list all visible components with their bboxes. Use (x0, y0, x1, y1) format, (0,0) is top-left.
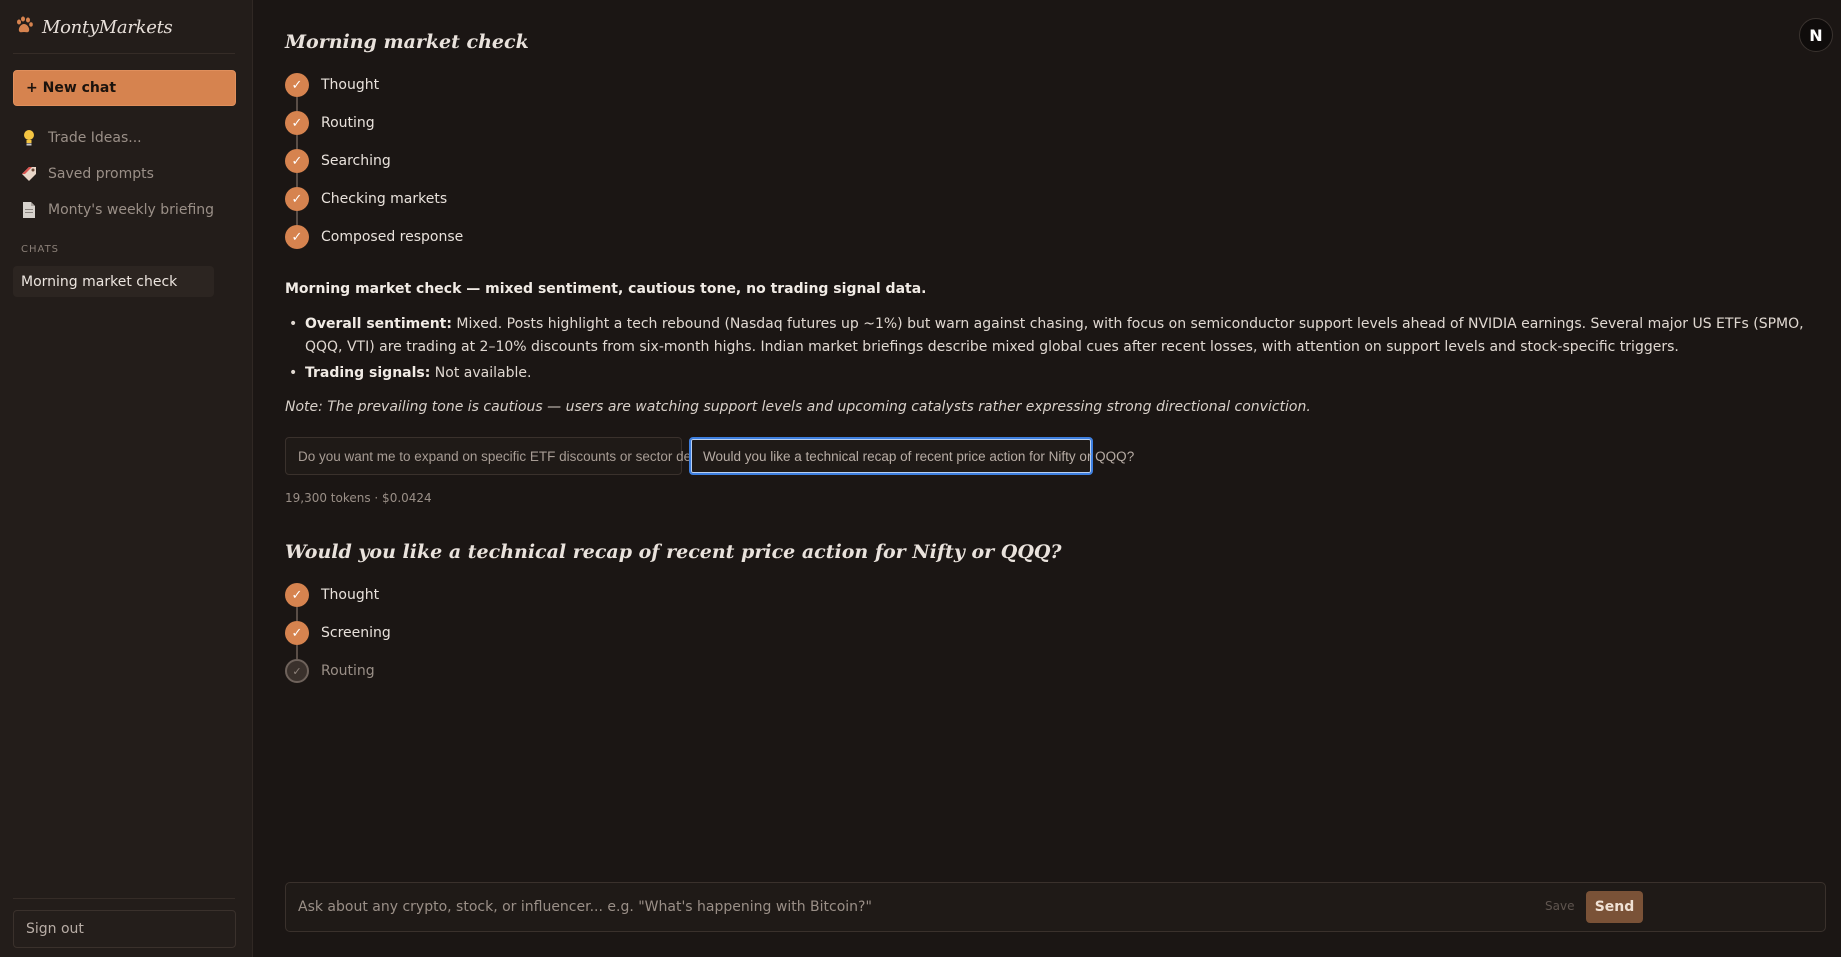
answer-note: Note: The prevailing tone is cautious — … (285, 399, 1311, 415)
bullet-label: Overall sentiment: (305, 316, 452, 332)
check-icon: ✓ (285, 621, 309, 645)
step-item: ✓ Checking markets (285, 187, 463, 225)
token-usage: 19,300 tokens · $0.0424 (285, 491, 432, 505)
pending-icon: ✓ (285, 659, 309, 683)
sidebar-item-saved-prompts[interactable]: Saved prompts (20, 162, 154, 186)
bullet-text: Mixed. Posts highlight a tech rebound (N… (305, 316, 1804, 355)
brand[interactable]: MontyMarkets (14, 14, 173, 40)
lightbulb-icon (20, 129, 38, 147)
chat-item-morning-market-check[interactable]: Morning market check (13, 266, 214, 297)
sidebar-item-weekly-briefing[interactable]: Monty's weekly briefing (20, 198, 214, 222)
check-icon: ✓ (285, 187, 309, 211)
bullet-label: Trading signals: (305, 365, 431, 381)
step-label: Searching (321, 153, 391, 169)
step-item: ✓ Routing (285, 111, 463, 149)
sign-out-button[interactable]: Sign out (13, 910, 236, 948)
list-item: Overall sentiment: Mixed. Posts highligh… (285, 313, 1815, 359)
step-connector (296, 211, 298, 225)
question-title: Would you like a technical recap of rece… (285, 541, 1062, 563)
sidebar-item-label: Trade Ideas... (48, 130, 142, 146)
step-label: Thought (321, 77, 380, 93)
suggestion-button[interactable]: Do you want me to expand on specific ETF… (285, 437, 723, 475)
progress-steps: ✓ Thought ✓ Routing ✓ Searching ✓ Checki… (285, 73, 463, 263)
chat-main: N Morning market check ✓ Thought ✓ Routi… (253, 0, 1841, 957)
sidebar-item-label: Monty's weekly briefing (48, 202, 215, 218)
step-label: Thought (321, 587, 380, 603)
divider (13, 53, 235, 54)
suggestion-button[interactable]: Would you like a technical recap of rece… (689, 437, 1134, 475)
send-button[interactable]: Send (1586, 891, 1643, 923)
user-avatar[interactable]: N (1799, 18, 1833, 52)
progress-steps: ✓ Thought ✓ Screening ✓ Routing (285, 583, 391, 697)
step-item: ✓ Composed response (285, 225, 463, 263)
document-icon (20, 201, 38, 219)
chat-input[interactable] (286, 883, 1516, 931)
sidebar-item-trade-ideas[interactable]: Trade Ideas... (20, 126, 142, 150)
step-label: Screening (321, 625, 391, 641)
sidebar: MontyMarkets + New chat Trade Ideas... S… (0, 0, 253, 957)
step-connector (296, 645, 298, 659)
check-icon: ✓ (285, 225, 309, 249)
answer-headline: Morning market check — mixed sentiment, … (285, 281, 927, 297)
step-item: ✓ Searching (285, 149, 463, 187)
check-icon: ✓ (285, 583, 309, 607)
step-item: ✓ Routing (285, 659, 391, 697)
step-connector (296, 97, 298, 111)
step-label: Routing (321, 115, 375, 131)
step-label: Checking markets (321, 191, 448, 207)
list-item: Trading signals: Not available. (285, 362, 1815, 385)
brand-name: MontyMarkets (42, 16, 173, 38)
step-item: ✓ Screening (285, 621, 391, 659)
check-icon: ✓ (285, 111, 309, 135)
bullet-text: Not available. (430, 365, 532, 381)
composer: Save Send (285, 882, 1826, 932)
step-item: ✓ Thought (285, 73, 463, 111)
question-title: Morning market check (285, 31, 529, 53)
step-label: Composed response (321, 229, 464, 245)
sidebar-item-label: Saved prompts (48, 166, 154, 182)
new-chat-button[interactable]: + New chat (13, 70, 236, 106)
step-label: Routing (321, 663, 375, 679)
step-connector (296, 607, 298, 621)
chats-section-label: CHATS (21, 244, 60, 255)
step-connector (296, 135, 298, 149)
answer-bullets: Overall sentiment: Mixed. Posts highligh… (285, 313, 1815, 388)
tag-icon (20, 165, 38, 183)
check-icon: ✓ (285, 149, 309, 173)
step-connector (296, 173, 298, 187)
save-button[interactable]: Save (1545, 899, 1574, 913)
divider (13, 898, 235, 899)
step-item: ✓ Thought (285, 583, 391, 621)
check-icon: ✓ (285, 73, 309, 97)
paw-icon (14, 15, 34, 39)
